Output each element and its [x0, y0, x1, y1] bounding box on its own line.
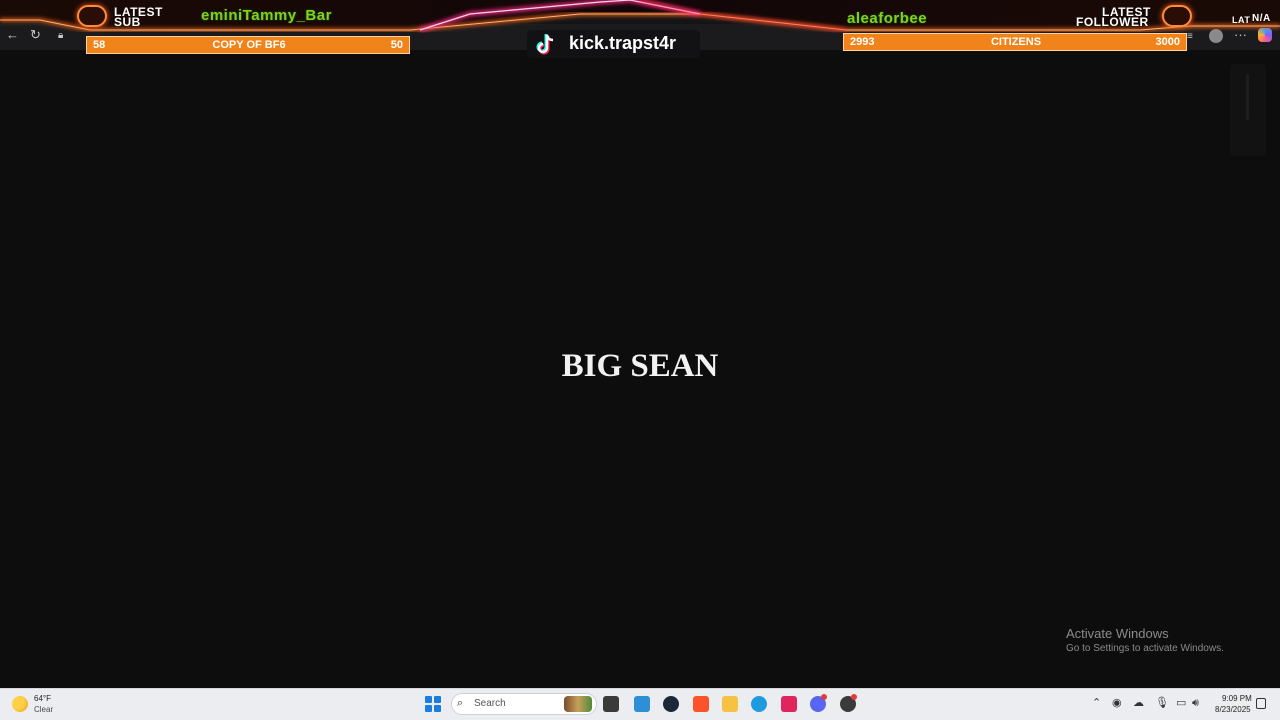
goal-left-title: COPY OF BF6 [212, 39, 286, 51]
clock-time[interactable]: 9:09 PM [1222, 694, 1252, 703]
search-placeholder: Search [474, 698, 506, 709]
weather-condition[interactable]: Clear [34, 705, 53, 714]
folder-icon[interactable] [722, 696, 738, 712]
tiktok-logo-icon [536, 34, 554, 55]
task-view-icon[interactable] [603, 696, 619, 712]
microphone-icon[interactable]: 🎙︎ [1155, 697, 1169, 709]
network-icon[interactable]: ▭ [1176, 697, 1186, 709]
tiktok-icon[interactable] [781, 696, 797, 712]
activate-windows-title: Activate Windows [1066, 626, 1169, 641]
notepad-icon[interactable] [634, 696, 650, 712]
goal-bar-left: 58 COPY OF BF6 50 [86, 36, 410, 54]
windows-start-icon[interactable] [425, 696, 441, 712]
corner-label: LAT [1232, 15, 1251, 25]
notification-icon[interactable] [1256, 698, 1266, 709]
goal-right-target: 3000 [1155, 36, 1180, 48]
latest-sub-name: eminiTammy_Bar [201, 7, 332, 24]
latest-sub-label-2: SUB [114, 15, 141, 29]
tray-chevron-icon[interactable]: ⌃ [1092, 697, 1101, 709]
brave-icon[interactable] [693, 696, 709, 712]
weather-moon-icon[interactable] [12, 696, 28, 712]
twitch-sub-icon [77, 5, 107, 27]
channel-handle: kick.trapst4r [569, 33, 677, 53]
goal-left-target: 50 [390, 39, 403, 51]
goal-right-title: CITIZENS [990, 36, 1042, 48]
heart-icon [1162, 5, 1192, 27]
page-title: BIG SEAN [561, 348, 719, 384]
tray-cloud-icon[interactable]: ☁︎ [1133, 697, 1144, 709]
obs-badge-icon [851, 694, 857, 700]
scrollbar-thumb[interactable] [1246, 74, 1249, 120]
volume-icon[interactable]: 🔊︎ [1192, 697, 1199, 709]
discord-badge-icon [821, 694, 827, 700]
screen: ▢ ← ↻ 🔒︎ ≡ ··· ✕ LATEST SUB eminiTammy_B… [0, 0, 1280, 720]
steam-icon[interactable] [663, 696, 679, 712]
search-icon: ⌕ [457, 697, 464, 709]
corner-value: N/A [1252, 13, 1271, 24]
weather-temperature[interactable]: 64°F [34, 694, 51, 703]
goal-bar-right: 2993 CITIZENS 3000 [843, 33, 1187, 51]
tray-steam-icon[interactable]: ◉ [1112, 697, 1122, 709]
activate-windows-subtitle: Go to Settings to activate Windows. [1066, 643, 1224, 654]
latest-follower-label-2: FOLLOWER [1076, 15, 1149, 29]
clock-date[interactable]: 8/23/2025 [1215, 705, 1251, 714]
latest-follower-name: aleaforbee [847, 10, 928, 27]
search-highlight-image [564, 696, 592, 712]
edge-icon[interactable] [751, 696, 767, 712]
